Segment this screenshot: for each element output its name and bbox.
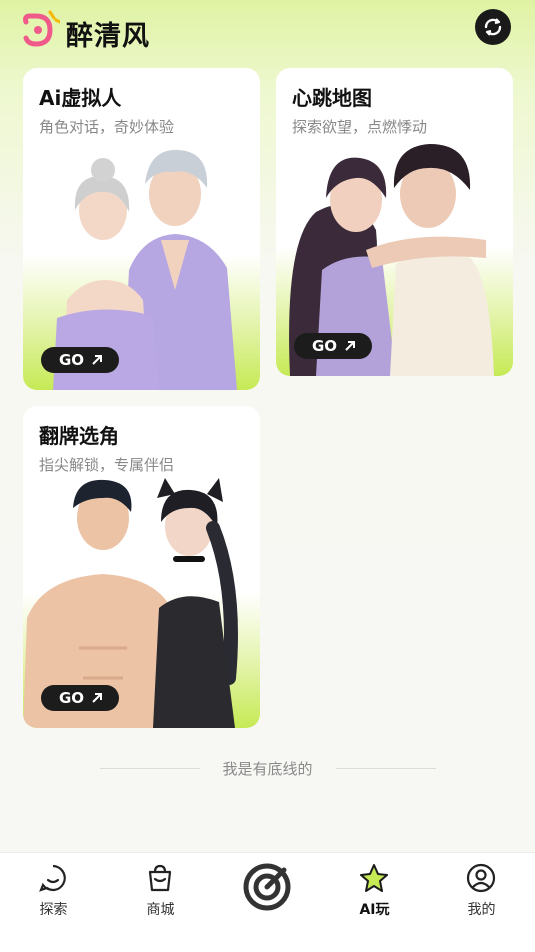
go-button[interactable]: GO [294,333,372,359]
end-of-list-text: 我是有底线的 [222,760,313,778]
tab-label: 商城 [146,902,175,918]
card-title: 翻牌选角 [39,424,119,448]
tab-center-target[interactable] [214,853,321,933]
smile-chat-icon [39,864,66,892]
go-label: GO [59,689,85,707]
refresh-button[interactable] [475,9,511,45]
tab-label: 我的 [467,902,496,918]
user-icon [466,863,496,893]
go-button[interactable]: GO [41,685,119,711]
arrow-up-right-icon [345,341,355,351]
go-label: GO [59,351,85,369]
card-subtitle: 探索欲望，点燃悸动 [292,118,428,136]
card-heartbeat-map[interactable]: 心跳地图 探索欲望，点燃悸动 GO [276,68,513,376]
divider-right [336,768,436,769]
star-icon [360,864,388,892]
arrow-up-right-icon [92,693,102,703]
card-card-flip-casting[interactable]: 翻牌选角 指尖解锁，专属伴侣 GO [23,406,260,728]
card-title: 心跳地图 [292,86,372,110]
tab-label: AI玩 [359,902,390,918]
tab-explore[interactable]: 探索 [0,853,107,933]
card-title: Ai虚拟人 [39,86,122,110]
logo-mark-icon [23,10,60,47]
app-logo: 醉清风 [20,8,180,52]
arrow-up-right-icon [92,355,102,365]
tab-ai-play[interactable]: AI玩 [321,853,428,933]
tab-label: 探索 [39,902,68,918]
refresh-icon [484,18,502,36]
card-ai-virtual-human[interactable]: Ai虚拟人 角色对话，奇妙体验 GO [23,68,260,390]
go-button[interactable]: GO [41,347,119,373]
card-subtitle: 角色对话，奇妙体验 [39,118,175,136]
go-label: GO [312,337,338,355]
tab-shop[interactable]: 商城 [107,853,214,933]
bottom-tab-bar: 探索 商城 AI玩 我的 [0,852,535,952]
shopping-bag-icon [148,864,172,892]
card-subtitle: 指尖解锁，专属伴侣 [39,456,175,474]
target-icon [243,863,291,911]
logo-text: 醉清风 [66,21,150,52]
tab-mine[interactable]: 我的 [428,853,535,933]
app-header: 醉清风 [0,0,535,60]
